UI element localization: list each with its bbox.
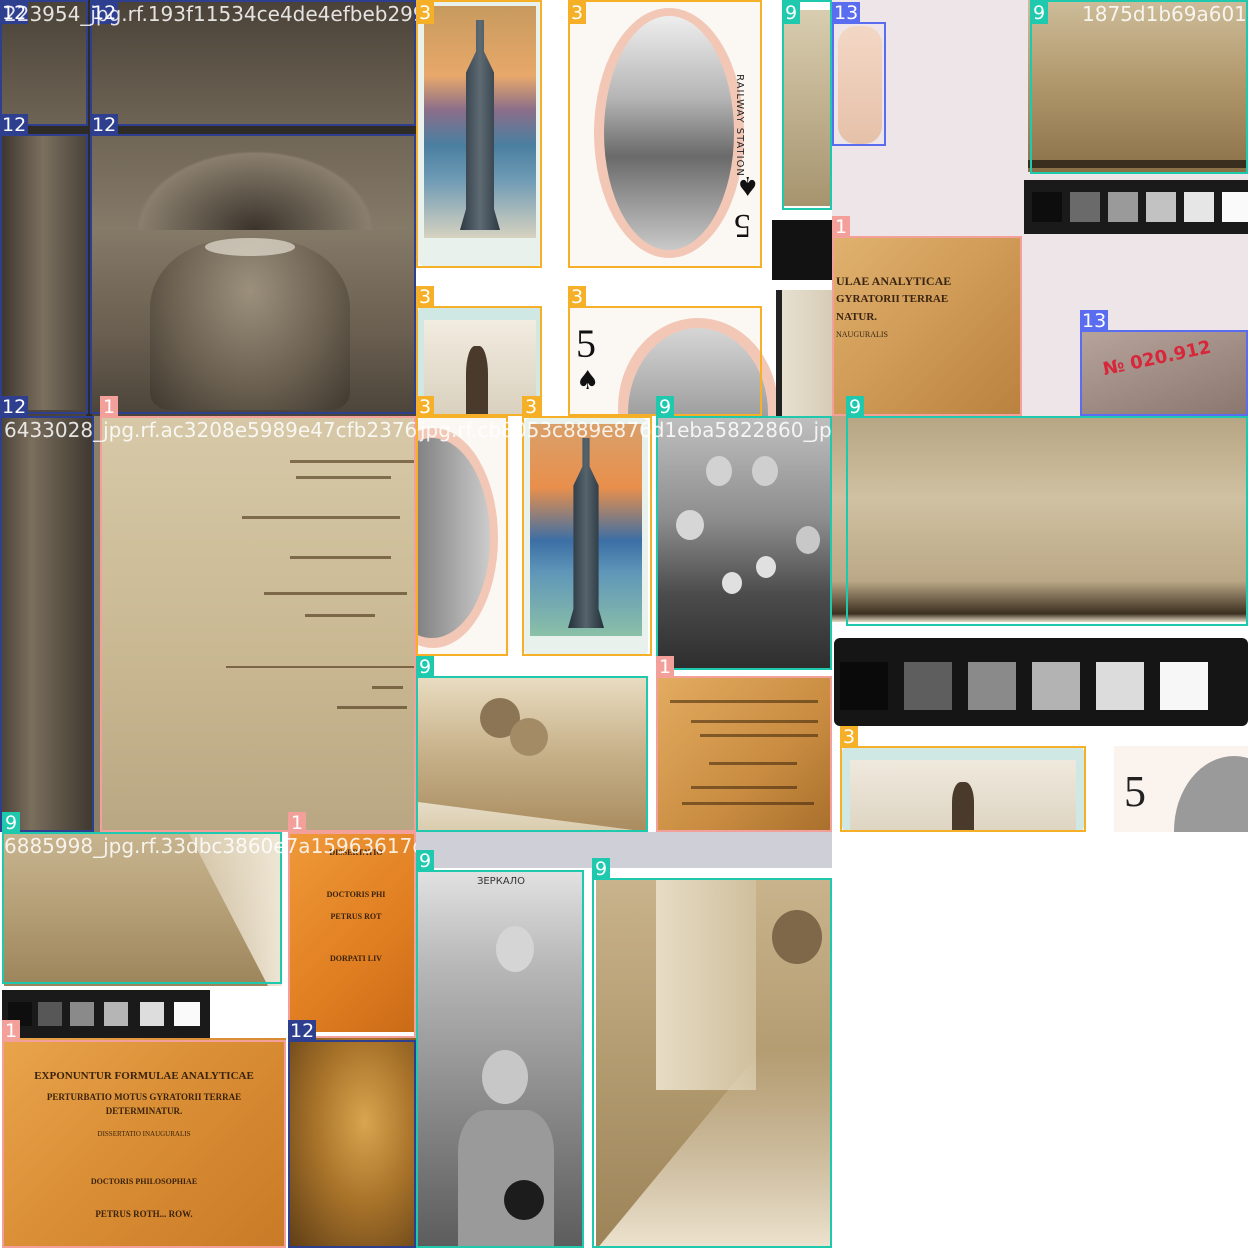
grey-scale-bar-small [2,990,210,1038]
bbox-class-1: 1 [100,396,416,832]
topbar [416,832,832,868]
bbox-label: 1 [288,812,306,834]
greyscale-swatch [772,220,832,280]
bbox-label: 9 [1030,2,1048,24]
bbox-label: 3 [416,2,434,24]
bbox-label: 1 [832,216,850,238]
bbox-class-9: 9 [1030,0,1248,174]
bbox-class-3: 3 [522,396,652,656]
bbox-label: 3 [568,2,586,24]
card-corner: 5 [1114,746,1248,832]
bbox-label: 1 [656,656,674,678]
bbox-label: 9 [416,850,434,872]
bbox-label: 13 [1080,310,1109,332]
bbox-class-12: 12 [288,1020,416,1248]
bbox-class-9: 9 [416,656,648,832]
bbox-label: 9 [782,2,800,24]
tile-filename: 6885998_jpg.rf.33dbc3860e7a15963617cf765… [4,834,416,858]
bbox-class-1: 1 [832,216,1022,416]
bbox-class-3: 3 [416,396,508,656]
bbox-label: 12 [288,1020,317,1042]
bbox-class-9: 9 [656,396,832,670]
bbox-label: 3 [840,726,858,748]
bbox-label: 12 [0,396,29,418]
bbox-label: 3 [416,286,434,308]
bbox-class-13: 13 [832,2,886,146]
tile-filename: 1875d1b69a60116 [1082,2,1248,26]
bbox-label: 12 [0,114,29,136]
grey-scale-bar [1024,180,1248,234]
grey-scale-bar-large [834,638,1248,726]
bbox-class-1: 1 [2,1020,286,1248]
bbox-label: 13 [832,2,861,24]
bbox-class-12: 12 [90,114,416,414]
tile-filename: 6433028_jpg.rf.ac3208e5989e47cfb237666e [4,418,416,442]
tile-filename: jpg.rf.cb8053c889e876d1eba5822860_jpg.rf… [420,418,832,442]
bbox-label: 9 [2,812,20,834]
bbox-class-13: 13 [1080,310,1248,416]
bbox-label: 1 [2,1020,20,1042]
bbox-class-9: 9 [846,396,1248,626]
bbox-label: 9 [592,858,610,880]
bbox-class-3: 3 [840,726,1086,832]
bbox-class-1: 1 [656,656,832,832]
bbox-class-12: 12 [0,396,94,832]
bbox-class-9: 9 [416,850,584,1248]
bbox-class-9: 9 [592,858,832,1248]
bbox-class-3: 3 [416,0,542,268]
bbox-label: 9 [846,396,864,418]
bbox-class-1: 1 [288,812,416,1038]
bbox-label: 1 [100,396,118,418]
bbox-label: 9 [656,396,674,418]
tile-filename: 223954_jpg.rf.193f11534ce4de4efbeb2998 [4,2,416,26]
bbox-class-9: 9 [782,0,832,210]
bbox-label: 3 [416,396,434,418]
bbox-label: 12 [90,114,119,136]
frame-strip [776,290,832,416]
bbox-class-3: 3 [568,0,762,268]
bbox-label: 3 [568,286,586,308]
bbox-label: 9 [416,656,434,678]
bbox-class-12: 12 [0,114,88,414]
bbox-label: 3 [522,396,540,418]
